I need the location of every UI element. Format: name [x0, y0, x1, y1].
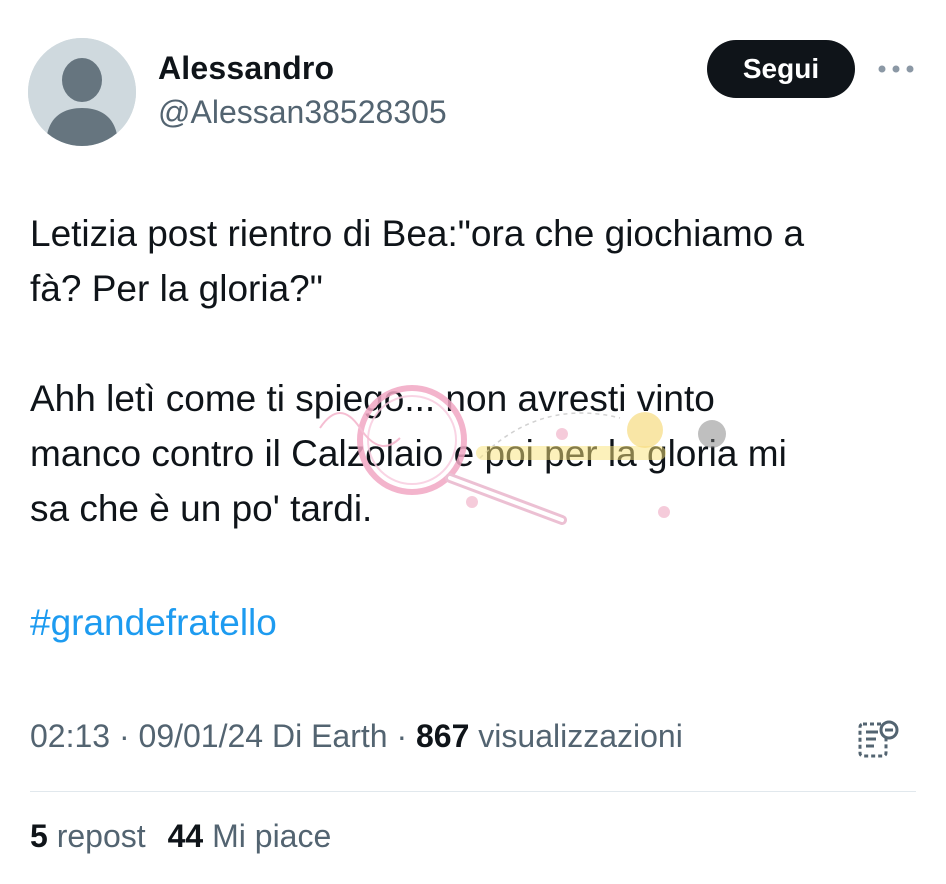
reposts-stat[interactable]: 5 repost — [30, 818, 146, 854]
likes-label: Mi piace — [212, 818, 332, 854]
post-analytics-icon[interactable] — [856, 718, 900, 762]
author-name[interactable]: Alessandro — [158, 50, 334, 87]
default-avatar-icon — [28, 38, 136, 146]
meta-separator: · — [387, 718, 416, 754]
likes-stat[interactable]: 44 Mi piace — [168, 818, 332, 854]
post-source: Di Earth — [271, 718, 388, 754]
meta-separator: · — [110, 718, 139, 754]
hashtag-link[interactable]: #grandefratello — [30, 602, 277, 644]
divider — [30, 791, 916, 792]
post-date[interactable]: 09/01/24 — [139, 718, 264, 754]
post-text: Letizia post rientro di Bea:"ora che gio… — [30, 213, 805, 529]
likes-count: 44 — [167, 818, 204, 854]
author-handle[interactable]: @Alessan38528305 — [158, 94, 447, 131]
avatar[interactable] — [28, 38, 136, 146]
post-meta: 02:13 · 09/01/24 Di Earth · 867 visualiz… — [30, 718, 683, 755]
post-time[interactable]: 02:13 — [30, 718, 110, 754]
reposts-count: 5 — [30, 818, 48, 854]
views-label: visualizzazioni — [478, 718, 683, 754]
engagement-stats: 5 repost 44 Mi piace — [30, 818, 331, 855]
more-options-icon[interactable] — [876, 58, 916, 80]
views-count: 867 — [416, 718, 470, 754]
follow-button[interactable]: Segui — [707, 40, 855, 98]
reposts-label: repost — [56, 818, 146, 854]
